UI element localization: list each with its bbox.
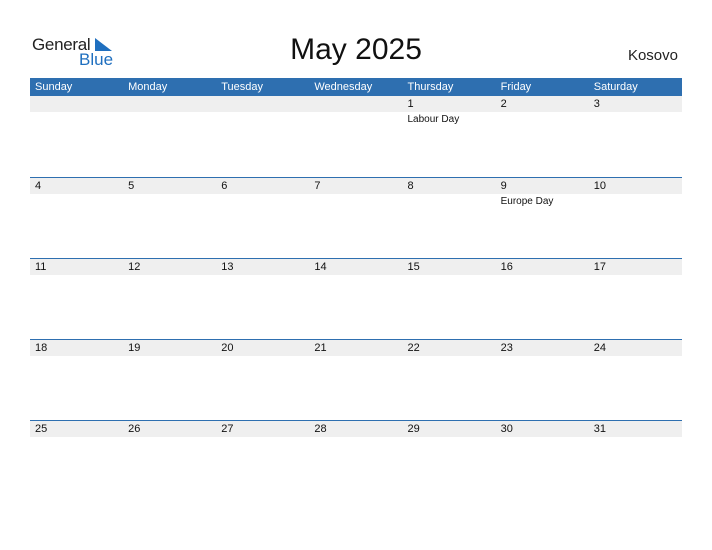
holiday-label [216, 275, 309, 276]
holiday-label: Labour Day [407, 114, 460, 125]
weeks-container: 1 2 3 Labour Day 4 5 6 7 8 9 10 Europe Day 11 12 13 14 1… [30, 96, 682, 501]
holiday-label [403, 437, 496, 438]
day-number: 4 [35, 180, 42, 192]
date-strip: 1 2 3 [30, 96, 682, 112]
holiday-label [309, 275, 402, 276]
day-number: 1 [407, 98, 414, 110]
weekday-wednesday: Wednesday [314, 81, 373, 93]
holiday-label [30, 275, 123, 276]
day-number: 27 [221, 423, 234, 435]
day-number: 9 [500, 180, 507, 192]
holiday-label [403, 275, 496, 276]
day-number: 28 [314, 423, 327, 435]
week-row: 1 2 3 Labour Day [30, 96, 682, 177]
day-number: 3 [593, 98, 600, 110]
events-row: Labour Day [30, 112, 682, 127]
events-row [30, 275, 682, 276]
day-number: 20 [221, 342, 234, 354]
holiday-label [309, 112, 402, 127]
weekday-monday: Monday [128, 81, 168, 93]
holiday-label [589, 112, 682, 127]
events-row [30, 356, 682, 357]
date-strip: 4 5 6 7 8 9 10 [30, 178, 682, 194]
holiday-label [123, 194, 216, 209]
day-number: 31 [593, 423, 606, 435]
day-number: 6 [221, 180, 228, 192]
weekday-header: Sunday Monday Tuesday Wednesday Thursday… [30, 78, 682, 96]
country-label: Kosovo [627, 47, 678, 64]
day-number: 11 [35, 261, 47, 273]
calendar-title: May 2025 [290, 33, 422, 66]
weekday-saturday: Saturday [593, 81, 638, 93]
holiday-label [216, 194, 309, 209]
weekday-friday: Friday [500, 81, 532, 93]
day-number: 18 [35, 342, 48, 354]
day-number: 13 [221, 261, 234, 273]
holiday-label [309, 356, 402, 357]
holiday-label [123, 112, 216, 127]
holiday-label [589, 194, 682, 209]
day-number: 10 [593, 180, 606, 192]
holiday-label [30, 437, 123, 438]
week-row: 25 26 27 28 29 30 31 [30, 420, 682, 501]
events-row [30, 437, 682, 438]
day-number: 25 [35, 423, 48, 435]
date-strip: 11 12 13 14 15 16 17 [30, 259, 682, 275]
holiday-label [123, 275, 216, 276]
day-number: 29 [407, 423, 420, 435]
weekday-sunday: Sunday [35, 81, 73, 93]
day-number: 21 [314, 342, 327, 354]
holiday-label [496, 356, 589, 357]
holiday-label [496, 437, 589, 438]
week-row: 4 5 6 7 8 9 10 Europe Day [30, 177, 682, 258]
day-number: 8 [407, 180, 414, 192]
week-row: 18 19 20 21 22 23 24 [30, 339, 682, 420]
holiday-label [589, 437, 682, 438]
holiday-label [496, 275, 589, 276]
day-number: 12 [128, 261, 141, 273]
holiday-label: Europe Day [500, 196, 554, 207]
holiday-label [589, 356, 682, 357]
holiday-label [403, 356, 496, 357]
day-number: 14 [314, 261, 327, 273]
holiday-label [403, 194, 496, 209]
day-number: 16 [500, 261, 513, 273]
day-number: 26 [128, 423, 141, 435]
day-number [123, 96, 216, 112]
holiday-label [30, 356, 123, 357]
day-number [216, 96, 309, 112]
holiday-label [30, 112, 123, 127]
day-number: 24 [593, 342, 606, 354]
holiday-label [309, 194, 402, 209]
day-number: 22 [407, 342, 420, 354]
weekday-tuesday: Tuesday [221, 81, 264, 93]
day-number: 2 [500, 98, 507, 110]
day-number: 5 [128, 180, 135, 192]
day-number: 17 [593, 261, 606, 273]
weekday-thursday: Thursday [407, 81, 454, 93]
holiday-label [123, 356, 216, 357]
day-number [30, 96, 123, 112]
holiday-label [589, 275, 682, 276]
date-strip: 25 26 27 28 29 30 31 [30, 421, 682, 437]
day-number [309, 96, 402, 112]
day-number: 19 [128, 342, 141, 354]
calendar-grid: Sunday Monday Tuesday Wednesday Thursday… [30, 78, 682, 501]
holiday-label [216, 112, 309, 127]
holiday-label [123, 437, 216, 438]
events-row: Europe Day [30, 194, 682, 209]
day-number: 7 [314, 180, 321, 192]
day-number: 15 [407, 261, 420, 273]
date-strip: 18 19 20 21 22 23 24 [30, 340, 682, 356]
day-number: 23 [500, 342, 513, 354]
day-number: 30 [500, 423, 513, 435]
holiday-label [30, 194, 123, 209]
holiday-label [309, 437, 402, 438]
week-row: 11 12 13 14 15 16 17 [30, 258, 682, 339]
holiday-label [216, 437, 309, 438]
holiday-label [216, 356, 309, 357]
holiday-label [496, 112, 589, 127]
